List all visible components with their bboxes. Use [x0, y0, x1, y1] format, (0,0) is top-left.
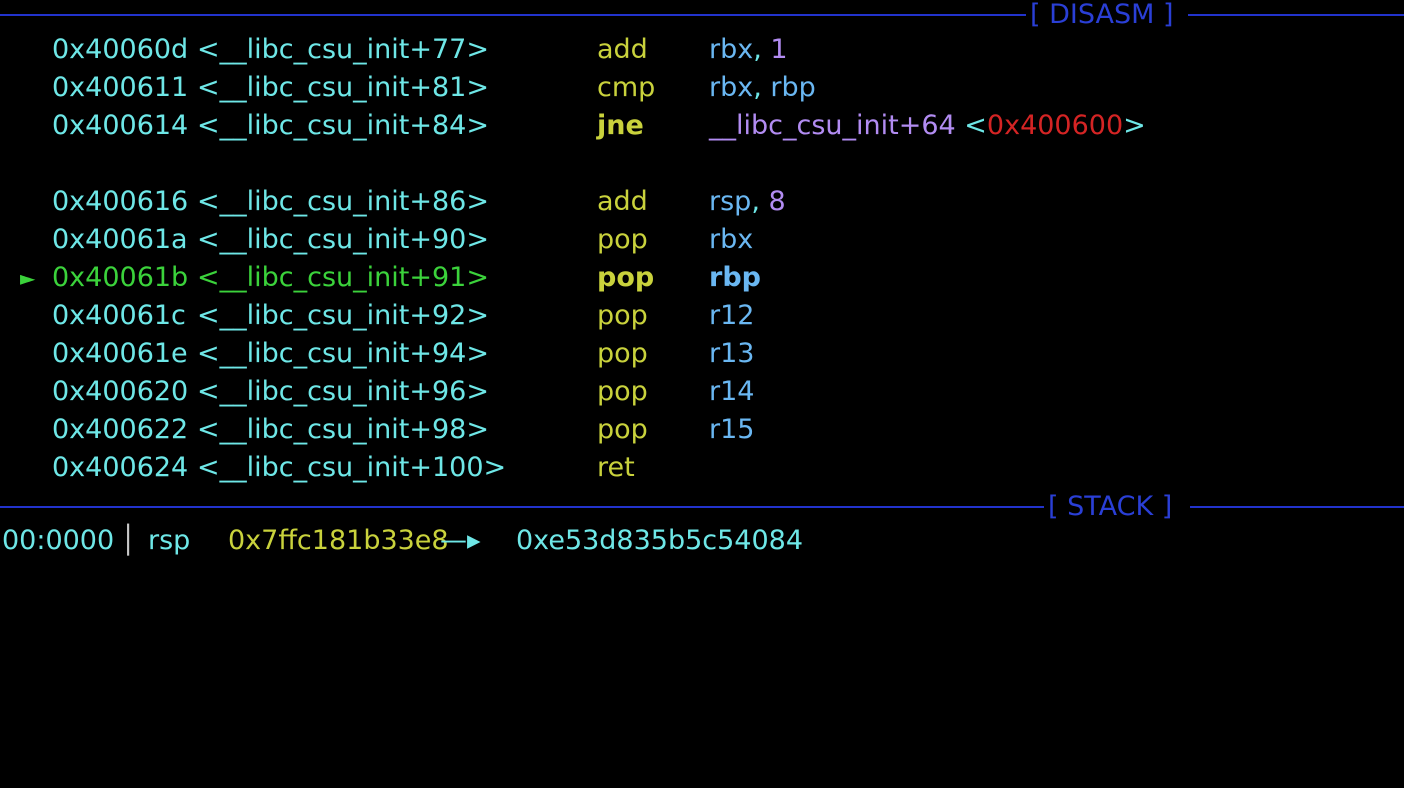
instruction-mnemonic: cmp: [597, 72, 656, 103]
instruction-address: 0x400614: [52, 110, 189, 141]
disasm-line[interactable]: 0x40061c <__libc_csu_init+92> pop r12: [0, 297, 754, 335]
current-instruction-marker-icon: ►: [20, 266, 36, 290]
instruction-operands: rbx: [709, 224, 754, 255]
instruction-operands: rsp, 8: [709, 186, 786, 217]
instruction-operands: rbp: [709, 262, 761, 293]
instruction-address: 0x40061e: [52, 338, 188, 369]
instruction-mnemonic: pop: [597, 414, 648, 445]
instruction-mnemonic: pop: [597, 300, 648, 331]
disasm-line[interactable]: 0x400620 <__libc_csu_init+96> pop r14: [0, 373, 754, 411]
disasm-header-label: [ DISASM ]: [1030, 0, 1174, 30]
stack-address: 0x7ffc181b33e8: [228, 525, 449, 556]
instruction-address: 0x400622: [52, 414, 189, 445]
instruction-address: 0x400620: [52, 376, 189, 407]
instruction-mnemonic: ret: [597, 452, 635, 483]
jump-target[interactable]: __libc_csu_init+64 <0x400600>: [709, 107, 1146, 145]
disasm-line[interactable]: 0x40061e <__libc_csu_init+94> pop r13: [0, 335, 754, 373]
instruction-operands: r14: [709, 376, 755, 407]
disasm-separator-line-right: [1188, 14, 1404, 16]
instruction-operands: r13: [709, 338, 755, 369]
instruction-address: 0x40061c: [52, 300, 186, 331]
stack-separator: [ STACK ]: [0, 492, 1404, 522]
jump-target-address: 0x400600: [986, 110, 1124, 141]
disasm-separator-line-left: [0, 14, 1026, 16]
instruction-symbol: <__libc_csu_init+77>: [197, 34, 489, 65]
disasm-separator: [ DISASM ]: [0, 0, 1404, 30]
instruction-symbol: <__libc_csu_init+91>: [197, 262, 489, 293]
instruction-operands: rbx, rbp: [709, 72, 816, 103]
instruction-symbol: <__libc_csu_init+84>: [197, 110, 489, 141]
stack-header-label: [ STACK ]: [1048, 491, 1173, 522]
instruction-symbol: <__libc_csu_init+96>: [197, 376, 489, 407]
instruction-mnemonic: add: [597, 186, 648, 217]
instruction-operands: r15: [709, 414, 755, 445]
instruction-mnemonic: pop: [597, 262, 655, 293]
instruction-address: 0x400624: [52, 452, 189, 483]
disasm-line[interactable]: 0x40061a <__libc_csu_init+90> pop rbx: [0, 221, 753, 259]
instruction-symbol: <__libc_csu_init+100>: [197, 452, 507, 483]
instruction-symbol: <__libc_csu_init+90>: [197, 224, 489, 255]
instruction-symbol: <__libc_csu_init+94>: [197, 338, 489, 369]
stack-value: 0xe53d835b5c54084: [516, 525, 804, 556]
stack-row[interactable]: 00:0000 │ rsp 0x7ffc181b33e8 —▸ 0xe53d83…: [0, 522, 803, 560]
stack-register: rsp: [148, 525, 191, 556]
disasm-line[interactable]: 0x400616 <__libc_csu_init+86> add rsp, 8: [0, 183, 786, 221]
instruction-mnemonic: add: [597, 34, 648, 65]
disasm-line[interactable]: 0x400614 <__libc_csu_init+84> jne __libc…: [0, 107, 1146, 145]
instruction-mnemonic: pop: [597, 338, 648, 369]
instruction-symbol: <__libc_csu_init+86>: [197, 186, 489, 217]
instruction-mnemonic: pop: [597, 376, 648, 407]
instruction-operands: rbx, 1: [709, 34, 788, 65]
instruction-address: 0x40061a: [52, 224, 188, 255]
instruction-address: 0x40060d: [52, 34, 189, 65]
instruction-mnemonic: pop: [597, 224, 648, 255]
instruction-operands: r12: [709, 300, 755, 331]
stack-index: 00:0000: [2, 525, 115, 556]
stack-arrow-icon: —▸: [440, 525, 481, 556]
instruction-address: 0x40061b: [52, 262, 189, 293]
instruction-symbol: <__libc_csu_init+81>: [197, 72, 489, 103]
disasm-line[interactable]: 0x400624 <__libc_csu_init+100> ret: [0, 449, 635, 487]
instruction-symbol: <__libc_csu_init+98>: [197, 414, 489, 445]
stack-divider: │: [120, 525, 137, 556]
stack-separator-line-right: [1190, 506, 1404, 508]
disasm-line[interactable]: 0x400622 <__libc_csu_init+98> pop r15: [0, 411, 754, 449]
disasm-line[interactable]: 0x400611 <__libc_csu_init+81> cmp rbx, r…: [0, 69, 816, 107]
instruction-address: 0x400611: [52, 72, 189, 103]
disasm-line[interactable]: 0x40060d <__libc_csu_init+77> add rbx, 1: [0, 31, 788, 69]
disasm-line-current[interactable]: ► 0x40061b <__libc_csu_init+91> pop rbp: [0, 259, 761, 297]
instruction-address: 0x400616: [52, 186, 189, 217]
instruction-symbol: <__libc_csu_init+92>: [197, 300, 489, 331]
stack-separator-line-left: [0, 506, 1044, 508]
instruction-mnemonic: jne: [597, 110, 644, 141]
